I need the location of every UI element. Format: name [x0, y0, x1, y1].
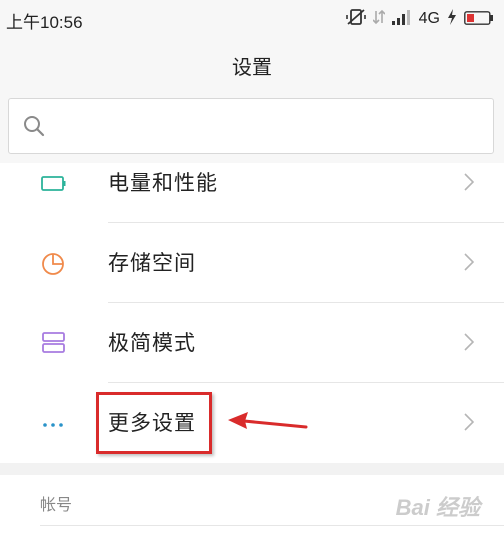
annotation-arrow-icon [226, 410, 310, 438]
status-time: 上午10:56 [6, 13, 83, 32]
annotation-highlight-box [96, 392, 212, 454]
vibrate-off-icon [345, 8, 366, 30]
network-type: 4G [418, 10, 440, 27]
settings-item-battery-performance[interactable]: 电量和性能 [0, 143, 504, 223]
battery-icon [464, 10, 494, 29]
simple-mode-icon [40, 331, 68, 355]
status-icons: 4G [345, 8, 494, 30]
settings-item-label: 极简模式 [108, 331, 196, 355]
settings-item-simple-mode[interactable]: 极简模式 [0, 303, 504, 383]
settings-item-storage[interactable]: 存储空间 [0, 223, 504, 303]
search-icon [23, 115, 45, 141]
page-title: 设置 [232, 55, 272, 79]
section-gap [0, 463, 504, 475]
charging-icon [447, 9, 457, 29]
more-dots-icon [40, 411, 68, 435]
chevron-right-icon [464, 413, 475, 435]
pie-chart-icon [40, 251, 68, 275]
battery-icon [40, 171, 68, 195]
section-label-account: 帐号 [40, 495, 73, 514]
watermark-logo: Bai 经验 [395, 495, 480, 520]
chevron-right-icon [464, 173, 475, 195]
signal-icon [391, 9, 412, 29]
settings-item-label: 电量和性能 [108, 171, 218, 195]
settings-item-label: 存储空间 [108, 251, 196, 275]
title-bar: 设置 [0, 38, 504, 90]
chevron-right-icon [464, 333, 475, 355]
divider [40, 525, 504, 526]
chevron-right-icon [464, 253, 475, 275]
status-bar: 上午10:56 4G [0, 0, 504, 38]
data-arrows-icon [372, 8, 386, 30]
